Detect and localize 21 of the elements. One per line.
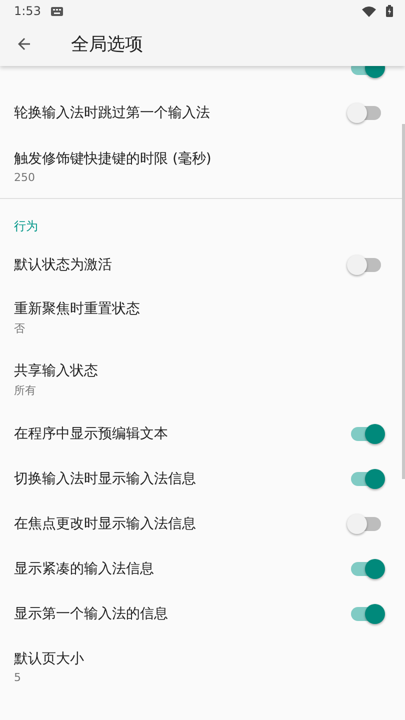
- keyboard-icon: [50, 6, 63, 16]
- screen-title: 全局选项: [71, 33, 143, 56]
- setting-value: 5: [14, 671, 22, 684]
- setting-title: 重新聚焦时重置状态: [14, 300, 141, 318]
- status-time: 1:53: [14, 4, 41, 18]
- setting-title: 在焦点更改时显示输入法信息: [14, 514, 197, 532]
- setting-value: 所有: [14, 383, 37, 398]
- setting-title: 在程序中显示预编辑文本: [14, 424, 169, 442]
- setting-title: 默认状态为激活: [14, 256, 113, 274]
- setting-title: 触发修饰键快捷键的时限 (毫秒): [14, 150, 212, 168]
- setting-title: 显示第一个输入法的信息: [14, 604, 169, 622]
- setting-title: 切换输入法时显示输入法信息: [14, 470, 197, 488]
- wifi-icon: [362, 6, 376, 16]
- setting-title: 轮换输入法时跳过第一个输入法: [14, 104, 211, 122]
- section-header: 行为: [14, 218, 38, 235]
- setting-title: 显示紧凑的输入法信息: [14, 560, 155, 578]
- setting-title: 默认页大小: [14, 650, 85, 668]
- setting-value: 否: [14, 321, 26, 336]
- battery-icon: [386, 5, 393, 17]
- setting-value: 250: [14, 170, 36, 184]
- setting-title: 共享输入状态: [14, 362, 99, 380]
